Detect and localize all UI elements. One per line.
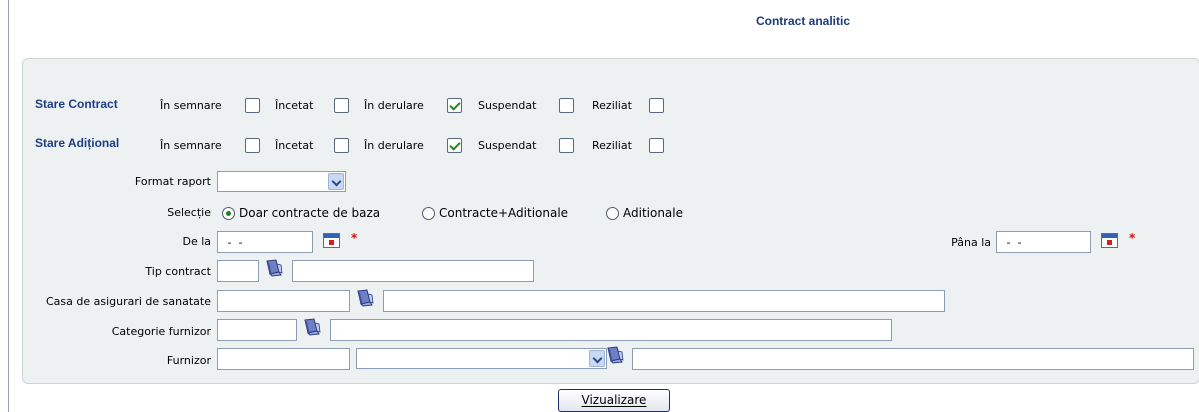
stare-contract-option-label: Încetat: [275, 99, 314, 112]
vizualizare-button[interactable]: Vizualizare: [558, 389, 670, 412]
stare-contract-label: Stare Contract: [35, 97, 118, 111]
left-border: [8, 0, 9, 412]
tip-contract-name-input[interactable]: [292, 260, 534, 282]
furnizor-name-input[interactable]: [632, 348, 1194, 370]
lookup-book-icon[interactable]: [355, 289, 375, 307]
categorie-furnizor-code-input[interactable]: [217, 319, 297, 341]
stare-aditional-reziliat-checkbox[interactable]: [649, 138, 664, 153]
stare-contract-option-label: Reziliat: [592, 99, 632, 112]
casa-asigurari-name-input[interactable]: [383, 290, 945, 312]
stare-aditional-option-label: Suspendat: [478, 139, 537, 152]
stare-aditional-in-semnare-checkbox[interactable]: [245, 138, 260, 153]
lookup-book-icon[interactable]: [605, 346, 625, 364]
required-mark: *: [1129, 231, 1136, 245]
stare-aditional-option-label: În semnare: [160, 139, 222, 152]
required-mark: *: [351, 231, 358, 245]
lookup-book-icon[interactable]: [302, 318, 322, 336]
stare-contract-suspendat-checkbox[interactable]: [559, 98, 574, 113]
chevron-down-icon[interactable]: [328, 173, 344, 190]
pana-la-label: Pâna la: [951, 236, 991, 249]
stare-contract-option-label: Suspendat: [478, 99, 537, 112]
casa-asigurari-label: Casa de asigurari de sanatate: [45, 295, 211, 308]
stare-aditional-label: Stare Adițional: [35, 136, 120, 150]
radio-contracte-aditionale[interactable]: [422, 207, 435, 220]
categorie-furnizor-name-input[interactable]: [330, 319, 892, 341]
casa-asigurari-code-input[interactable]: [217, 290, 350, 312]
chevron-down-icon[interactable]: [589, 350, 605, 367]
calendar-icon[interactable]: [323, 233, 340, 248]
stare-aditional-in-derulare-checkbox[interactable]: [447, 138, 462, 153]
selectie-label: Selecție: [167, 206, 211, 219]
pana-la-date-input[interactable]: [996, 231, 1091, 253]
radio-aditionale[interactable]: [606, 207, 619, 220]
lookup-book-icon[interactable]: [264, 259, 284, 277]
tip-contract-label: Tip contract: [145, 265, 211, 278]
stare-contract-reziliat-checkbox[interactable]: [649, 98, 664, 113]
calendar-icon[interactable]: [1101, 233, 1118, 248]
radio-contracte-aditionale-label: Contracte+Aditionale: [439, 206, 569, 220]
tip-contract-code-input[interactable]: [217, 260, 259, 282]
radio-doar-contracte-de-baza[interactable]: [222, 207, 235, 220]
stare-aditional-suspendat-checkbox[interactable]: [559, 138, 574, 153]
stare-contract-option-label: În semnare: [160, 99, 222, 112]
page-title: Contract analitic: [755, 14, 851, 28]
de-la-label: De la: [182, 235, 211, 248]
de-la-date-input[interactable]: [217, 231, 313, 253]
stare-aditional-option-label: Încetat: [275, 139, 314, 152]
format-raport-select[interactable]: [217, 171, 346, 192]
furnizor-select[interactable]: [356, 348, 607, 369]
stare-contract-in-derulare-checkbox[interactable]: [447, 98, 462, 113]
stare-aditional-option-label: În derulare: [364, 139, 424, 152]
vizualizare-button-label: Vizualizare: [581, 393, 647, 407]
format-raport-label: Format raport: [134, 175, 211, 188]
radio-doar-contracte-de-baza-label: Doar contracte de baza: [239, 206, 381, 220]
stare-contract-in-semnare-checkbox[interactable]: [245, 98, 260, 113]
furnizor-label: Furnizor: [166, 354, 211, 367]
stare-contract-incetat-checkbox[interactable]: [334, 98, 349, 113]
radio-aditionale-label: Aditionale: [623, 206, 684, 220]
furnizor-code-input[interactable]: [217, 348, 350, 370]
stare-aditional-incetat-checkbox[interactable]: [334, 138, 349, 153]
stare-aditional-option-label: Reziliat: [592, 139, 632, 152]
categorie-furnizor-label: Categorie furnizor: [111, 325, 211, 338]
stare-contract-option-label: În derulare: [364, 99, 424, 112]
